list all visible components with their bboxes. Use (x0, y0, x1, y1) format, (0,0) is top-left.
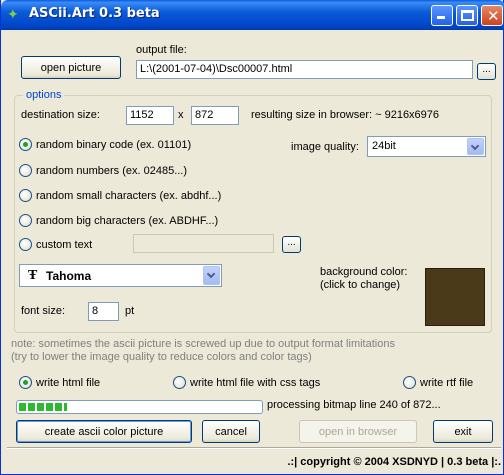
radio-indicator[interactable] (19, 376, 32, 389)
output-file-label: output file: (136, 44, 187, 56)
output-browse-button[interactable]: ... (477, 63, 496, 80)
options-group-label: options (23, 89, 65, 101)
title-bar[interactable]: ✦ ASCii.Art 0.3 beta ✕ (1, 0, 504, 30)
radio-label: custom text (36, 238, 93, 251)
image-quality-label: image quality: (291, 141, 359, 153)
radio-indicator[interactable] (19, 164, 32, 177)
app-window: ✦ ASCii.Art 0.3 beta ✕ open picture outp… (0, 0, 504, 475)
create-ascii-button[interactable]: create ascii color picture (16, 420, 192, 443)
chevron-down-icon (206, 269, 216, 279)
radio-indicator[interactable] (19, 189, 32, 202)
copyright-text: .:| copyright © 2004 XSDNYD | 0.3 beta |… (287, 456, 501, 468)
radio-label: random binary code (ex. 01101) (36, 138, 192, 151)
radio-label: write html file (36, 376, 101, 389)
destination-width-field[interactable]: 1152 (126, 106, 174, 125)
font-size-field[interactable]: 8 (88, 302, 119, 321)
custom-text-field[interactable] (133, 234, 274, 253)
font-size-label: font size: (21, 305, 66, 317)
close-button[interactable]: ✕ (481, 5, 503, 26)
open-picture-button[interactable]: open picture (21, 56, 121, 79)
image-quality-dropdown[interactable] (467, 138, 484, 155)
radio-label: write rtf file (420, 376, 474, 389)
open-in-browser-button[interactable]: open in browser (299, 420, 417, 443)
background-color-swatch[interactable] (425, 268, 485, 326)
cancel-button[interactable]: cancel (202, 420, 260, 443)
radio-label: random big characters (ex. ABDHF...) (36, 214, 219, 227)
close-icon: ✕ (487, 7, 500, 25)
radio-indicator[interactable] (403, 376, 416, 389)
app-icon: ✦ (7, 7, 19, 23)
minimize-button[interactable] (431, 5, 453, 26)
note-line-2: (try to lower the image quality to reduc… (11, 351, 312, 363)
radio-indicator[interactable] (19, 238, 32, 251)
radio-random-big[interactable]: random big characters (ex. ABDHF...) (19, 214, 218, 227)
progress-status: processing bitmap line 240 of 872... (267, 399, 441, 411)
radio-random-binary[interactable]: random binary code (ex. 01101) (19, 138, 191, 151)
radio-indicator[interactable] (19, 214, 32, 227)
image-quality-value: 24bit (372, 140, 396, 152)
minimize-icon (437, 16, 445, 19)
image-quality-select[interactable]: 24bit (367, 136, 486, 157)
window-title: ASCii.Art 0.3 beta (29, 6, 160, 21)
note-line-1: note: sometimes the ascii picture is scr… (11, 338, 395, 350)
font-type-icon: Ŧ (28, 268, 38, 283)
radio-label: random numbers (ex. 02485...) (36, 164, 188, 177)
size-x-label: x (178, 109, 184, 121)
radio-write-html-css[interactable]: write html file with css tags (173, 376, 320, 389)
progress-bar (16, 400, 263, 414)
destination-height-field[interactable]: 872 (191, 106, 239, 125)
maximize-button[interactable] (456, 5, 478, 26)
chevron-down-icon (470, 141, 480, 151)
radio-label: write html file with css tags (190, 376, 321, 389)
progress-fill (19, 403, 68, 411)
background-color-label: background color: (320, 266, 408, 278)
status-separator (7, 447, 501, 449)
destination-size-label: destination size: (21, 109, 100, 121)
custom-text-browse-button[interactable]: ... (282, 236, 301, 253)
maximize-icon (461, 10, 474, 21)
font-select[interactable]: Ŧ Tahoma (19, 264, 222, 287)
radio-random-numbers[interactable]: random numbers (ex. 02485...) (19, 164, 187, 177)
radio-write-rtf[interactable]: write rtf file (403, 376, 473, 389)
background-color-hint: (click to change) (320, 279, 401, 291)
radio-custom-text[interactable]: custom text (19, 238, 92, 251)
radio-write-html[interactable]: write html file (19, 376, 100, 389)
exit-button[interactable]: exit (433, 420, 493, 443)
radio-indicator[interactable] (173, 376, 186, 389)
radio-random-small[interactable]: random small characters (ex. abdhf...) (19, 189, 221, 202)
resulting-size-label: resulting size in browser: ~ 9216x6976 (251, 109, 440, 121)
font-select-value: Tahoma (46, 269, 92, 283)
radio-indicator[interactable] (19, 138, 32, 151)
note-text: note: sometimes the ascii picture is scr… (11, 338, 497, 364)
output-file-field[interactable]: L:\(2001-07-04)\Dsc00007.html (136, 60, 473, 79)
radio-label: random small characters (ex. abdhf...) (36, 189, 222, 202)
font-size-unit: pt (125, 305, 135, 317)
font-dropdown[interactable] (203, 266, 220, 285)
status-bar: .:| copyright © 2004 XSDNYD | 0.3 beta |… (1, 452, 503, 474)
